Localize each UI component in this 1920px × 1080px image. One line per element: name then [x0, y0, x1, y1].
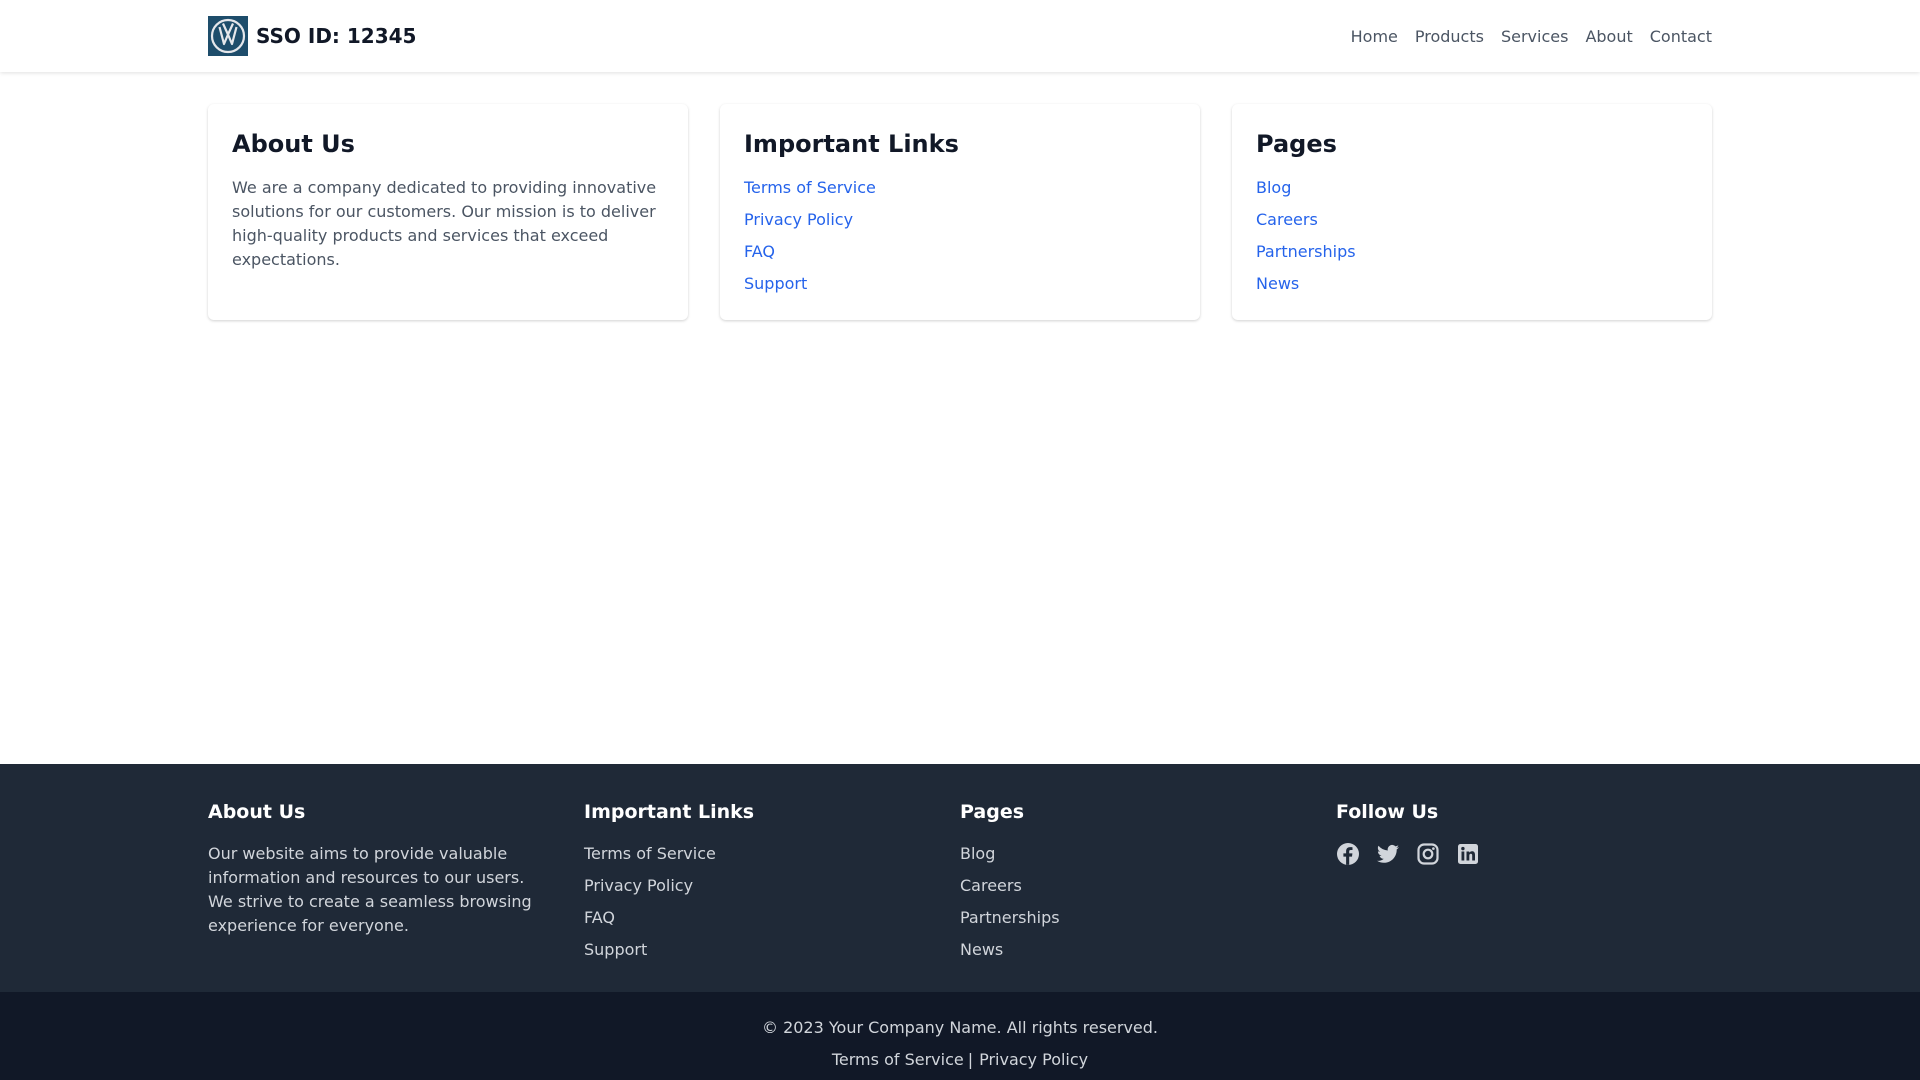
- privacy-policy-link[interactable]: Privacy Policy: [744, 210, 853, 229]
- list-item: Terms of Service: [584, 842, 928, 866]
- bottom-terms-link[interactable]: Terms of Service: [832, 1050, 964, 1069]
- footer-careers-link[interactable]: Careers: [960, 876, 1022, 895]
- linkedin-link[interactable]: [1456, 842, 1480, 866]
- nav-services[interactable]: Services: [1501, 27, 1568, 46]
- list-item: Blog: [960, 842, 1304, 866]
- pages-card-title: Pages: [1256, 130, 1337, 158]
- footer-about: About Us Our website aims to provide val…: [208, 798, 584, 970]
- list-item: News: [1256, 272, 1688, 296]
- list-item: Careers: [1256, 208, 1688, 232]
- faq-link[interactable]: FAQ: [744, 242, 775, 261]
- footer-partnerships-link[interactable]: Partnerships: [960, 908, 1060, 927]
- footer-important-links: Important Links Terms of Service Privacy…: [584, 798, 960, 970]
- site-footer: About Us Our website aims to provide val…: [0, 764, 1920, 992]
- list-item: Partnerships: [1256, 240, 1688, 264]
- twitter-link[interactable]: [1376, 842, 1400, 866]
- footer-about-title: About Us: [208, 801, 306, 823]
- nav-contact[interactable]: Contact: [1650, 27, 1712, 46]
- list-item: Careers: [960, 874, 1304, 898]
- footer-privacy-link[interactable]: Privacy Policy: [584, 876, 693, 895]
- instagram-link[interactable]: [1416, 842, 1440, 866]
- list-item: Privacy Policy: [584, 874, 928, 898]
- bottom-privacy-link[interactable]: Privacy Policy: [979, 1050, 1088, 1069]
- footer-about-text: Our website aims to provide valuable inf…: [208, 844, 532, 935]
- footer-pages-title: Pages: [960, 801, 1025, 823]
- list-item: Partnerships: [960, 906, 1304, 930]
- support-link[interactable]: Support: [744, 274, 807, 293]
- careers-link[interactable]: Careers: [1256, 210, 1318, 229]
- linkedin-icon: [1458, 844, 1478, 864]
- bottom-links: Terms of Service | Privacy Policy: [0, 1048, 1920, 1072]
- nav-products[interactable]: Products: [1415, 27, 1484, 46]
- list-item: FAQ: [744, 240, 1176, 264]
- social-links: [1336, 842, 1680, 866]
- footer-columns: About Us Our website aims to provide val…: [208, 798, 1712, 970]
- about-card-title: About Us: [232, 130, 355, 158]
- about-card-text: We are a company dedicated to providing …: [232, 178, 657, 269]
- main-content: About Us We are a company dedicated to p…: [208, 104, 1712, 320]
- pages-list: Blog Careers Partnerships News: [1256, 176, 1688, 296]
- important-links-card-title: Important Links: [744, 130, 959, 158]
- about-card: About Us We are a company dedicated to p…: [208, 104, 688, 320]
- footer-pages: Pages Blog Careers Partnerships News: [960, 798, 1336, 970]
- list-item: Support: [744, 272, 1176, 296]
- list-item: Blog: [1256, 176, 1688, 200]
- footer-follow: Follow Us: [1336, 798, 1712, 970]
- important-links-list: Terms of Service Privacy Policy FAQ Supp…: [744, 176, 1176, 296]
- footer-pages-list: Blog Careers Partnerships News: [960, 842, 1304, 962]
- nav-home[interactable]: Home: [1351, 27, 1398, 46]
- bottom-links-separator: |: [967, 1050, 974, 1069]
- facebook-link[interactable]: [1336, 842, 1360, 866]
- list-item: News: [960, 938, 1304, 962]
- main-nav: Home Products Services About Contact: [1351, 0, 1712, 72]
- news-link[interactable]: News: [1256, 274, 1299, 293]
- instagram-icon: [1417, 843, 1439, 865]
- bottom-bar: © 2023 Your Company Name. All rights res…: [0, 992, 1920, 1080]
- nav-about[interactable]: About: [1585, 27, 1632, 46]
- list-item: Support: [584, 938, 928, 962]
- footer-support-link[interactable]: Support: [584, 940, 647, 959]
- footer-terms-link[interactable]: Terms of Service: [584, 844, 716, 863]
- list-item: Privacy Policy: [744, 208, 1176, 232]
- important-links-card: Important Links Terms of Service Privacy…: [720, 104, 1200, 320]
- facebook-icon: [1337, 843, 1359, 865]
- copyright-text: © 2023 Your Company Name. All rights res…: [761, 1018, 1159, 1037]
- list-item: FAQ: [584, 906, 928, 930]
- footer-news-link[interactable]: News: [960, 940, 1003, 959]
- twitter-icon: [1377, 844, 1399, 863]
- footer-important-links-title: Important Links: [584, 801, 755, 823]
- list-item: Terms of Service: [744, 176, 1176, 200]
- footer-follow-title: Follow Us: [1336, 801, 1439, 823]
- partnerships-link[interactable]: Partnerships: [1256, 242, 1356, 261]
- terms-of-service-link[interactable]: Terms of Service: [744, 178, 876, 197]
- pages-card: Pages Blog Careers Partnerships News: [1232, 104, 1712, 320]
- page-title: SSO ID: 12345: [256, 24, 417, 48]
- blog-link[interactable]: Blog: [1256, 178, 1291, 197]
- footer-faq-link[interactable]: FAQ: [584, 908, 615, 927]
- footer-important-links-list: Terms of Service Privacy Policy FAQ Supp…: [584, 842, 928, 962]
- footer-blog-link[interactable]: Blog: [960, 844, 995, 863]
- site-header: SSO ID: 12345 Home Products Services Abo…: [0, 0, 1920, 72]
- vw-logo-icon[interactable]: [208, 16, 248, 56]
